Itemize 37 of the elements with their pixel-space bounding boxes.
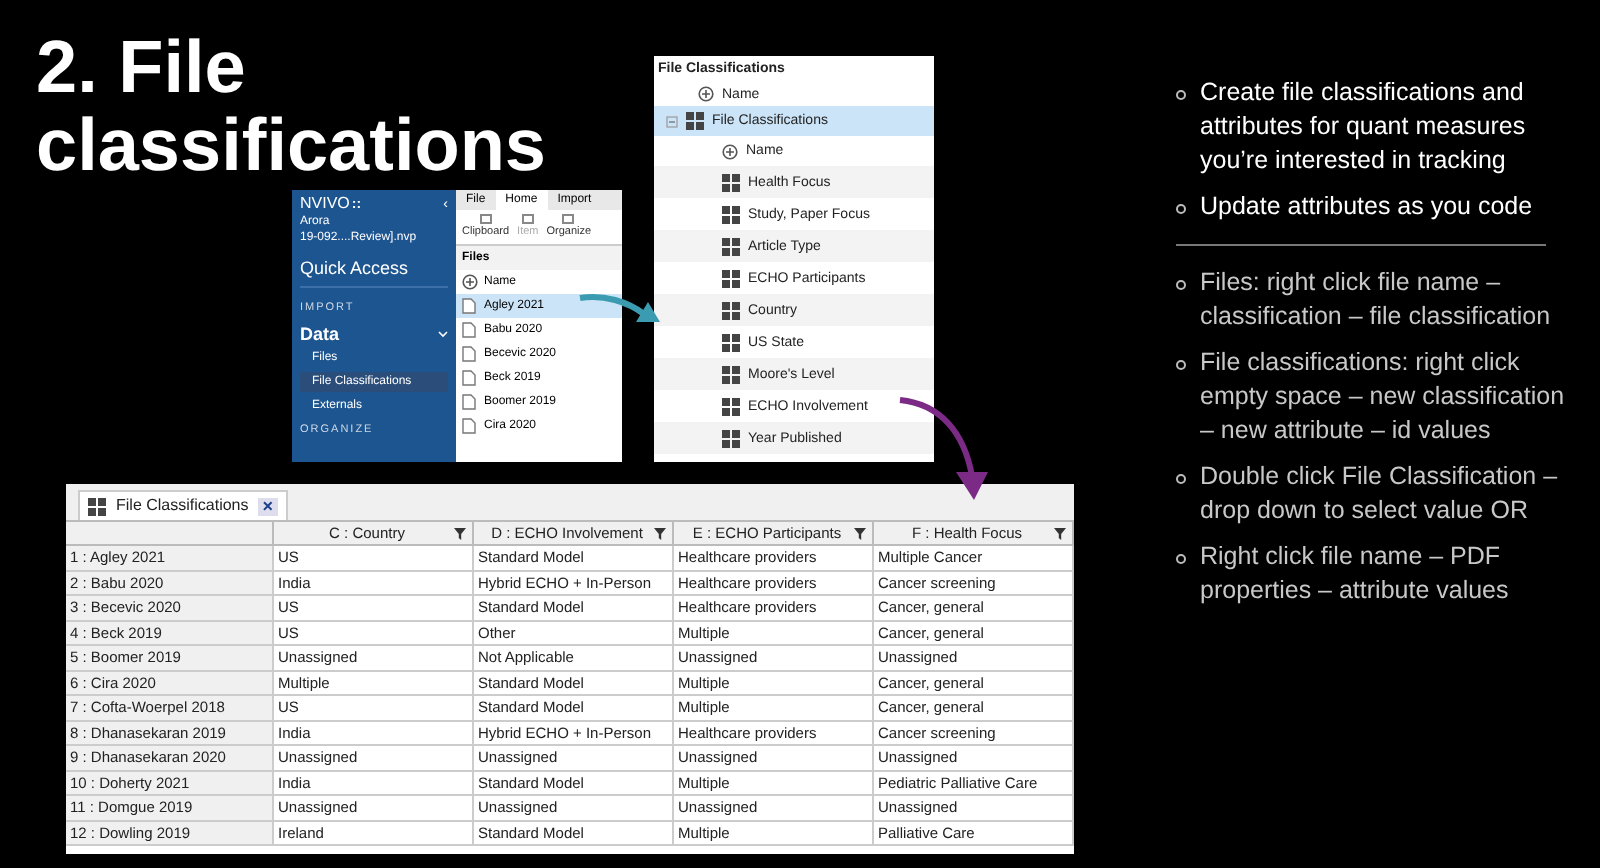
grid-icon — [722, 269, 740, 287]
grid-icon — [722, 237, 740, 255]
table-tab[interactable]: File Classifications × — [78, 490, 288, 520]
grid-icon — [686, 112, 704, 130]
grid-icon — [722, 429, 740, 447]
grid-icon — [722, 333, 740, 351]
filter-icon[interactable] — [454, 527, 466, 539]
nav-group[interactable]: Data — [300, 325, 448, 343]
grid-icon — [88, 497, 106, 515]
plus-circle-icon — [462, 273, 478, 289]
nav-link[interactable]: Quick Access — [300, 260, 448, 288]
app-logo: NVIVO — [300, 196, 350, 212]
grid-icon — [722, 173, 740, 191]
bullet-icon — [1176, 474, 1186, 484]
bullet-text: Create file classifications and attributes for quant measures you’re interested in tracking — [1200, 76, 1528, 178]
filter-icon[interactable] — [1054, 527, 1066, 539]
chevron-icon — [438, 330, 448, 338]
plus-circle-icon — [698, 86, 714, 102]
grid-icon — [722, 365, 740, 383]
bullet-icon — [1176, 360, 1186, 370]
close-button[interactable]: × — [258, 497, 278, 515]
grid-icon — [722, 205, 740, 223]
grid-icon — [722, 397, 740, 415]
slide-title: 2. File classifications — [36, 28, 549, 184]
bullet-icon — [1176, 280, 1186, 290]
bullet-text: Double click File Classification – drop down to select value OR — [1200, 460, 1560, 528]
grid-icon — [722, 301, 740, 319]
filter-icon[interactable] — [654, 527, 666, 539]
filter-icon[interactable] — [854, 527, 866, 539]
bullet-text: Right click file name – PDF properties – attribute values — [1200, 540, 1511, 608]
bullet-icon — [1176, 204, 1186, 214]
bullet-icon — [1176, 90, 1186, 100]
plus-circle-icon — [722, 143, 738, 159]
bullet-text: Files: right click file name – classification – file classification — [1200, 266, 1553, 334]
bullet-text: File classifications: right click empty space – new classification – new attribute – id values — [1200, 346, 1567, 448]
bullet-text: Update attributes as you code — [1200, 190, 1533, 224]
bullet-icon — [1176, 554, 1186, 564]
